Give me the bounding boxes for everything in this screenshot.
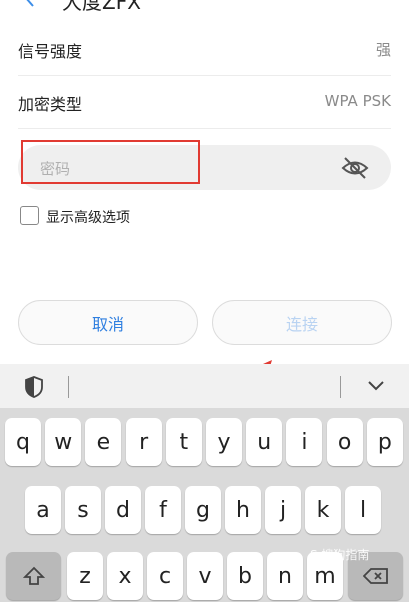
title-bar: 大度ZFX bbox=[0, 0, 409, 12]
key-a[interactable]: a bbox=[25, 486, 61, 534]
key-x[interactable]: x bbox=[107, 552, 143, 600]
key-y[interactable]: y bbox=[206, 418, 242, 466]
key-q[interactable]: q bbox=[5, 418, 41, 466]
signal-strength-label: 信号强度 bbox=[18, 42, 83, 61]
eye-off-icon[interactable] bbox=[340, 154, 370, 182]
signal-strength-value: 强 bbox=[375, 41, 391, 59]
key-s[interactable]: s bbox=[65, 486, 101, 534]
encryption-type-value: WPA PSK bbox=[324, 92, 391, 110]
key-j[interactable]: j bbox=[265, 486, 301, 534]
key-n[interactable]: n bbox=[267, 552, 303, 600]
chevron-down-icon[interactable] bbox=[366, 378, 386, 394]
key-d[interactable]: d bbox=[105, 486, 141, 534]
signal-strength-row: 信号强度 强 bbox=[0, 22, 409, 75]
encryption-type-label: 加密类型 bbox=[18, 95, 83, 114]
key-k[interactable]: k bbox=[305, 486, 341, 534]
keyboard: qwertyuiopasdfghjklzxcvbnm S 搜狗指南 bbox=[0, 408, 409, 602]
divider bbox=[18, 128, 391, 129]
key-e[interactable]: e bbox=[85, 418, 122, 466]
key-l[interactable]: l bbox=[345, 486, 381, 534]
shift-key[interactable] bbox=[6, 552, 61, 600]
key-b[interactable]: b bbox=[227, 552, 263, 600]
key-w[interactable]: w bbox=[45, 418, 82, 466]
connect-button[interactable]: 连接 bbox=[212, 300, 392, 345]
key-o[interactable]: o bbox=[326, 418, 363, 466]
key-t[interactable]: t bbox=[165, 418, 202, 466]
back-arrow-icon[interactable] bbox=[22, 0, 38, 8]
encryption-type-row: 加密类型 WPA PSK bbox=[0, 75, 409, 128]
shield-icon[interactable] bbox=[24, 376, 44, 398]
key-c[interactable]: c bbox=[147, 552, 183, 600]
checkbox[interactable] bbox=[20, 206, 39, 225]
key-v[interactable]: v bbox=[187, 552, 223, 600]
key-z[interactable]: z bbox=[67, 552, 103, 600]
key-f[interactable]: f bbox=[145, 486, 181, 534]
cancel-button[interactable]: 取消 bbox=[18, 300, 198, 345]
divider bbox=[340, 376, 341, 398]
key-g[interactable]: g bbox=[185, 486, 221, 534]
divider bbox=[68, 376, 69, 398]
key-p[interactable]: p bbox=[366, 418, 403, 466]
advanced-options-label: 显示高级选项 bbox=[46, 210, 130, 226]
key-u[interactable]: u bbox=[246, 418, 283, 466]
watermark: S 搜狗指南 bbox=[310, 548, 370, 562]
key-i[interactable]: i bbox=[286, 418, 323, 466]
key-h[interactable]: h bbox=[225, 486, 261, 534]
highlight-box bbox=[21, 140, 200, 184]
keyboard-toolbar bbox=[0, 364, 409, 408]
key-r[interactable]: r bbox=[125, 418, 162, 466]
network-title: 大度ZFX bbox=[62, 0, 141, 12]
